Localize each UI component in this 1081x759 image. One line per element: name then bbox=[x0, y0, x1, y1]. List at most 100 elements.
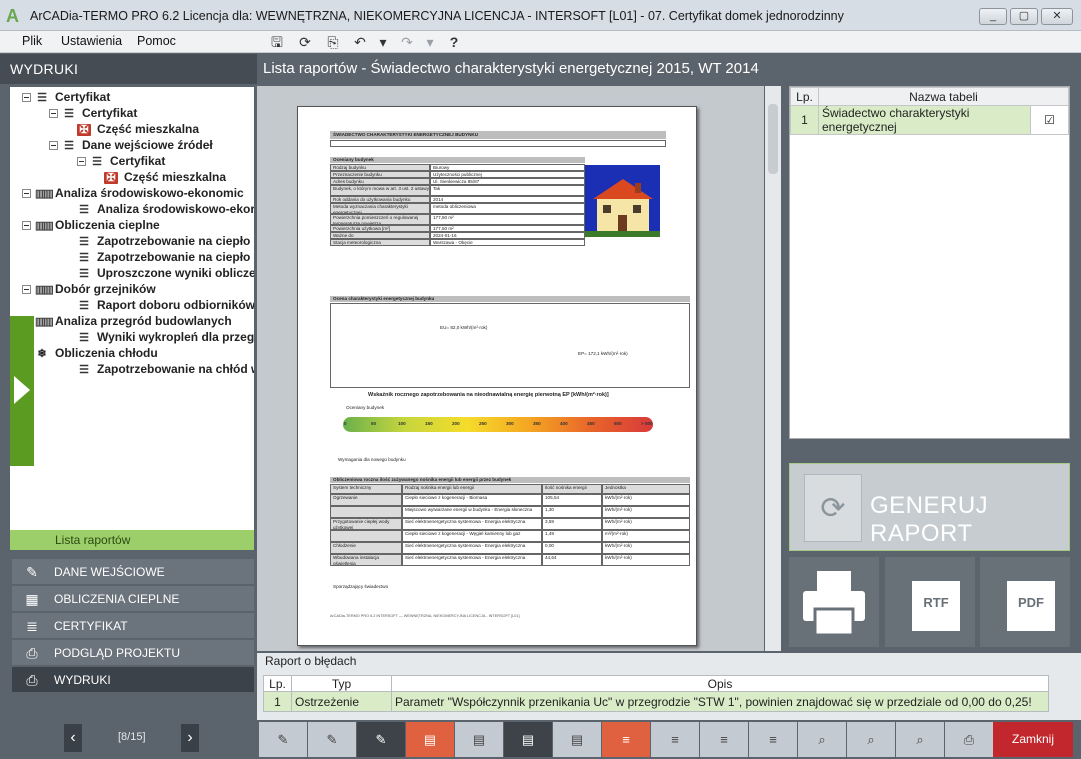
search-doc-icon[interactable]: ⌕ bbox=[847, 722, 895, 757]
help-icon[interactable]: ? bbox=[445, 34, 463, 51]
energy-table-cell: Sieć elektroenergetyczna systemowa - Ene… bbox=[402, 554, 542, 566]
tree-node[interactable]: ☰ Zapotrzebowanie na ciepło v bbox=[77, 249, 254, 265]
menu-ustawienia[interactable]: Ustawienia bbox=[61, 34, 122, 48]
nav-podglad-projektu[interactable]: ⎙ PODGLĄD PROJEKTU bbox=[12, 640, 254, 666]
redo-icon[interactable]: ↷ bbox=[398, 34, 416, 51]
printer-icon[interactable]: ⎙ bbox=[945, 722, 993, 757]
tree-node[interactable]: ☰ Certyfikat bbox=[22, 89, 110, 105]
doc-row-key: Adres budynku bbox=[330, 178, 430, 185]
tree-node[interactable]: ☰ Dane wejściowe źródeł bbox=[49, 137, 213, 153]
tree-node[interactable]: ☰ Raport doboru odbiorników bbox=[77, 297, 254, 313]
undo-icon[interactable]: ↶ bbox=[351, 34, 369, 51]
close-window-button[interactable]: ✕ bbox=[1041, 8, 1073, 25]
report-icon[interactable]: ▤ bbox=[406, 722, 454, 757]
menu-plik[interactable]: Plik bbox=[22, 34, 42, 48]
energy-table-cell: Ilość nośnika energii bbox=[542, 484, 602, 494]
tree-node[interactable]: ☰ Wyniki wykropleń dla przegr bbox=[77, 329, 254, 345]
energy-table-cell: Przygotowanie ciepłej wody użytkowej bbox=[330, 518, 402, 530]
tree-node[interactable]: ▥▥ Analiza przegród budowlanych bbox=[22, 313, 232, 329]
pl-icon: ✠ bbox=[77, 123, 91, 136]
reports-list-bar[interactable]: Lista raportów bbox=[10, 530, 254, 550]
certificate-icon: ≣ bbox=[26, 618, 38, 634]
doc-row-key: Budynek, o którym mowa w art. 3 ust. 2 u… bbox=[330, 185, 430, 196]
pager: ‹ [8/15] › bbox=[0, 720, 257, 759]
collapse-icon[interactable] bbox=[77, 157, 86, 167]
tree-node[interactable]: ▥▥ Dobór grzejników bbox=[22, 281, 156, 297]
doc-icon: ☰ bbox=[79, 251, 89, 264]
tree-node[interactable]: ✠ Część mieszkalna bbox=[77, 121, 199, 137]
doc-icon: ☰ bbox=[64, 139, 74, 152]
tree-node[interactable]: ☰ Zapotrzebowanie na chłód w bbox=[77, 361, 254, 377]
scroll-thumb[interactable] bbox=[768, 104, 778, 174]
tree-node[interactable]: ☰ Uproszczone wyniki obliczer bbox=[77, 265, 254, 281]
table-row[interactable]: 1 Ostrzeżenie Parametr "Współczynnik prz… bbox=[263, 691, 1049, 712]
menu-pomoc[interactable]: Pomoc bbox=[137, 34, 176, 48]
generate-report-button[interactable]: ⟳ GENERUJ RAPORT bbox=[789, 463, 1070, 551]
doc-edit-icon[interactable]: ✎ bbox=[308, 722, 356, 757]
doc-edit-icon[interactable]: ✎ bbox=[357, 722, 405, 757]
tree-node[interactable]: ☰ Certyfikat bbox=[77, 153, 165, 169]
print-button[interactable] bbox=[789, 557, 879, 647]
search-doc-icon[interactable]: ⌕ bbox=[896, 722, 944, 757]
doc-icon: ☰ bbox=[79, 267, 89, 280]
pager-text: [8/15] bbox=[118, 731, 146, 743]
doc-icon: ☰ bbox=[79, 235, 89, 248]
doc-edit-icon[interactable]: ✎ bbox=[259, 722, 307, 757]
tree-node[interactable]: ✠ Część mieszkalna bbox=[104, 169, 226, 185]
list-icon[interactable]: ≡ bbox=[749, 722, 797, 757]
collapse-icon[interactable] bbox=[22, 221, 31, 231]
pager-next-button[interactable]: › bbox=[181, 724, 199, 752]
energy-table-cell: kWh/(m²·rok) bbox=[602, 518, 690, 530]
scale-marker-top: Oceniany budynek bbox=[346, 405, 385, 410]
left-panel: WYDRUKI ☰ Certyfikat ☰ Certyfikat ✠ Część m… bbox=[0, 54, 257, 720]
list-icon[interactable]: ≡ bbox=[651, 722, 699, 757]
report-icon[interactable]: ▤ bbox=[553, 722, 601, 757]
tree-node[interactable]: ☰ Certyfikat bbox=[49, 105, 137, 121]
collapse-icon[interactable] bbox=[49, 109, 58, 119]
energy-table-cell: m³/(m²·rok) bbox=[602, 530, 690, 542]
collapse-icon[interactable] bbox=[22, 189, 31, 199]
doc-row-value: metoda obliczeniowa bbox=[430, 203, 585, 214]
list-icon[interactable]: ≡ bbox=[700, 722, 748, 757]
tree-node[interactable]: ☰ Analiza środowiskowo-ekor bbox=[77, 201, 254, 217]
side-panel-toggle[interactable] bbox=[10, 316, 34, 466]
report-icon[interactable]: ▤ bbox=[504, 722, 552, 757]
list-icon[interactable]: ≡ bbox=[602, 722, 650, 757]
tree-node[interactable]: ▥▥ Obliczenia cieplne bbox=[22, 217, 160, 233]
collapse-icon[interactable] bbox=[49, 141, 58, 151]
doc-section2: Ocena charakterystyki energetycznej budy… bbox=[333, 296, 435, 301]
close-button[interactable]: Zamknij bbox=[993, 722, 1073, 757]
scale-tick-label: 200 bbox=[452, 421, 460, 426]
minimize-button[interactable]: _ bbox=[979, 8, 1007, 25]
undo-dropdown-icon[interactable]: ▾ bbox=[374, 34, 392, 51]
doc-row-key: Przeznaczenie budynku bbox=[330, 171, 430, 178]
rtf-label: RTF bbox=[912, 581, 960, 631]
chart-icon: ▥▥ bbox=[35, 219, 54, 232]
pager-prev-button[interactable]: ‹ bbox=[64, 724, 82, 752]
export-pdf-button[interactable]: PDF bbox=[980, 557, 1070, 647]
preview-scrollbar[interactable] bbox=[765, 86, 781, 651]
tree-node[interactable]: ❄ Obliczenia chłodu bbox=[22, 345, 158, 361]
energy-table-cell: 1,30 bbox=[542, 506, 602, 518]
maximize-button[interactable]: ▢ bbox=[1010, 8, 1038, 25]
snowflake-icon: ❄ bbox=[37, 347, 47, 360]
tree-node[interactable]: ▥▥ Analiza środowiskowo-ekonomic bbox=[22, 185, 244, 201]
nav-obliczenia-cieplne[interactable]: ▦ OBLICZENIA CIEPLNE bbox=[12, 586, 254, 612]
collapse-icon[interactable] bbox=[22, 285, 31, 295]
export-rtf-button[interactable]: RTF bbox=[885, 557, 975, 647]
nav-certyfikat[interactable]: ≣ CERTYFIKAT bbox=[12, 613, 254, 639]
table-row[interactable]: 1 Świadectwo charakterystyki energetyczn… bbox=[790, 105, 1069, 135]
save-icon[interactable]: 🖫 bbox=[268, 34, 286, 51]
report-icon[interactable]: ▤ bbox=[455, 722, 503, 757]
redo-dropdown-icon[interactable]: ▾ bbox=[421, 34, 439, 51]
collapse-icon[interactable] bbox=[22, 93, 31, 103]
doc-row-value: Użyteczności publicznej bbox=[430, 171, 585, 178]
nav-wydruki[interactable]: ⎙ WYDRUKI bbox=[12, 667, 254, 693]
include-checkbox[interactable]: ☑ bbox=[1030, 105, 1069, 135]
nav-dane-wejsciowe[interactable]: ✎ DANE WEJŚCIOWE bbox=[12, 559, 254, 585]
preview-icon[interactable]: ⎘ bbox=[324, 34, 342, 51]
doc-icon: ☰ bbox=[79, 299, 89, 312]
tree-node[interactable]: ☰ Zapotrzebowanie na ciepło v bbox=[77, 233, 254, 249]
refresh-icon[interactable]: ⟳ bbox=[296, 34, 314, 51]
search-doc-icon[interactable]: ⌕ bbox=[798, 722, 846, 757]
